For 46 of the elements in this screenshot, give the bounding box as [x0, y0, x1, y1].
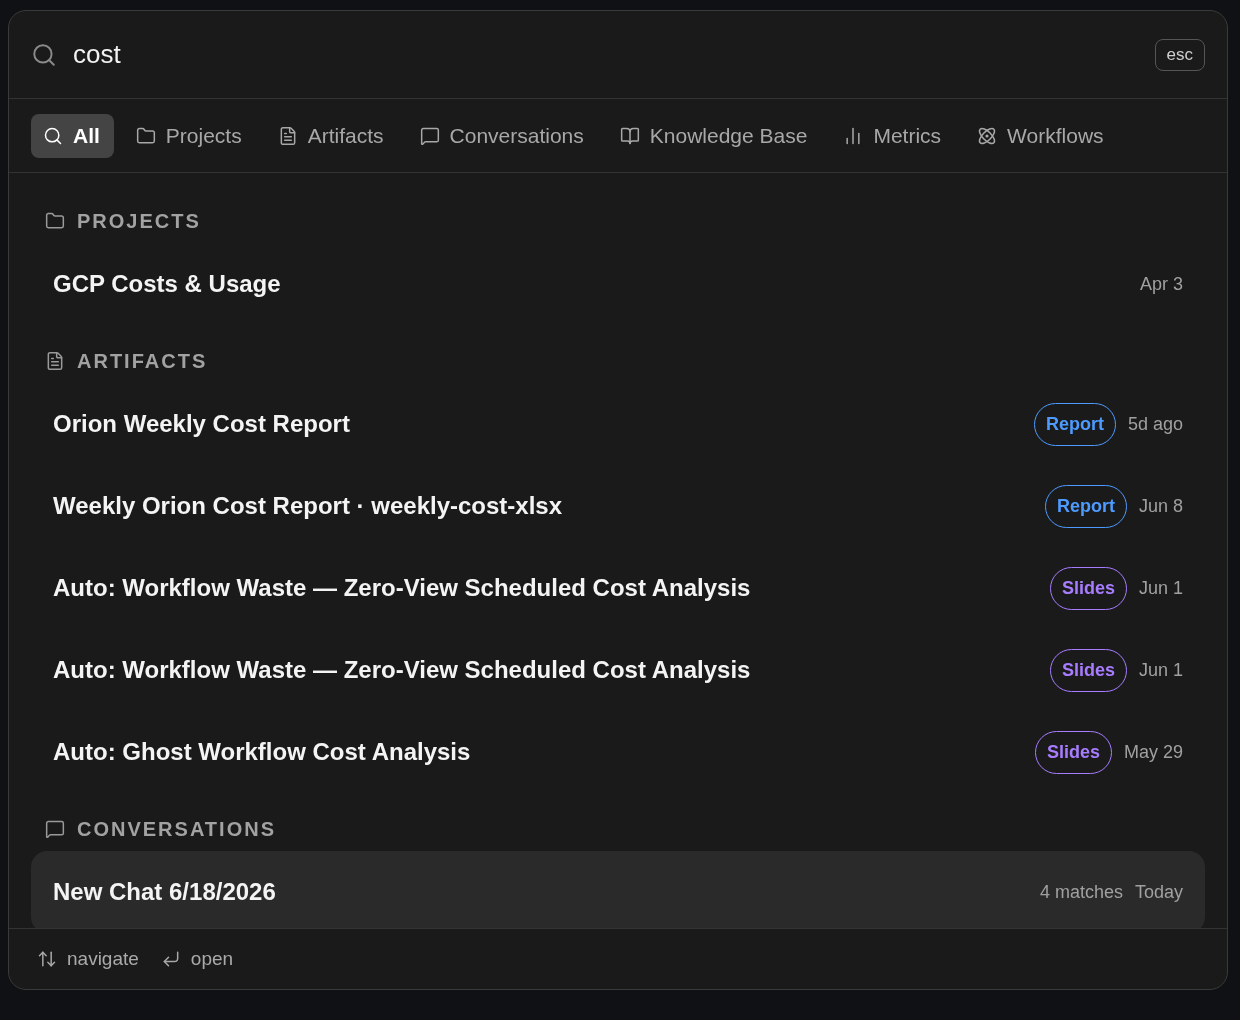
- document-icon: [45, 351, 65, 371]
- result-date: Jun 8: [1138, 495, 1183, 517]
- result-date: Jun 1: [1138, 659, 1183, 681]
- section-title: PROJECTS: [77, 209, 201, 233]
- result-item[interactable]: New Chat 6/18/2026 4 matches Today: [31, 851, 1205, 928]
- section-title: CONVERSATIONS: [77, 817, 276, 841]
- result-item[interactable]: Auto: Ghost Workflow Cost Analysis Slides May 29: [31, 711, 1205, 793]
- match-count: 4 matches: [1039, 881, 1123, 903]
- up-down-arrows-icon: [37, 949, 57, 969]
- book-icon: [619, 125, 640, 146]
- result-title: Orion Weekly Cost Report: [53, 410, 351, 438]
- result-item[interactable]: Auto: Workflow Waste — Zero-View Scheduled Cost Analysis Slides Jun 1: [31, 547, 1205, 629]
- folder-icon: [45, 211, 65, 231]
- result-title: Auto: Workflow Waste — Zero-View Scheduled Cost Analysis: [53, 574, 752, 602]
- esc-key-hint: esc: [1154, 38, 1205, 71]
- result-date: 5d ago: [1127, 413, 1183, 435]
- result-title: GCP Costs & Usage: [53, 270, 282, 298]
- shortcut-hint: navigate: [67, 948, 139, 970]
- result-title: Weekly Orion Cost Report · weekly-cost-xlsx: [53, 492, 564, 520]
- filter-tab[interactable]: Artifacts: [265, 113, 398, 158]
- result-date: Today: [1134, 881, 1183, 903]
- filter-tab[interactable]: Knowledge Base: [607, 113, 822, 158]
- shortcut-hint: open: [190, 948, 234, 970]
- result-item[interactable]: Weekly Orion Cost Report · weekly-cost-xlsx Report Jun 8: [31, 465, 1205, 547]
- filter-tab[interactable]: Conversations: [407, 113, 598, 158]
- result-item[interactable]: Orion Weekly Cost Report Report 5d ago: [31, 383, 1205, 465]
- search-field[interactable]: cost: [73, 39, 1139, 70]
- filter-tab[interactable]: All: [31, 113, 114, 158]
- result-date: Jun 1: [1138, 577, 1183, 599]
- result-title: Auto: Workflow Waste — Zero-View Scheduled Cost Analysis: [53, 656, 752, 684]
- search-icon: [43, 125, 63, 146]
- result-title: Auto: Ghost Workflow Cost Analysis: [53, 738, 472, 766]
- filter-tab[interactable]: Metrics: [831, 113, 956, 158]
- chat-bubble-icon: [45, 819, 65, 839]
- result-date: Apr 3: [1139, 273, 1183, 295]
- search-icon: [31, 41, 57, 68]
- filter-tab[interactable]: Workflows: [965, 113, 1118, 158]
- result-item[interactable]: GCP Costs & Usage Apr 3: [31, 243, 1205, 325]
- result-date: May 29: [1123, 741, 1183, 763]
- filter-tab[interactable]: Projects: [123, 113, 256, 158]
- section-title: ARTIFACTS: [77, 349, 208, 373]
- atom-icon: [977, 125, 998, 146]
- folder-icon: [135, 125, 156, 146]
- result-title: New Chat 6/18/2026: [53, 878, 277, 906]
- result-item[interactable]: Auto: Workflow Waste — Zero-View Scheduled Cost Analysis Slides Jun 1: [31, 629, 1205, 711]
- chat-bubble-icon: [419, 125, 440, 146]
